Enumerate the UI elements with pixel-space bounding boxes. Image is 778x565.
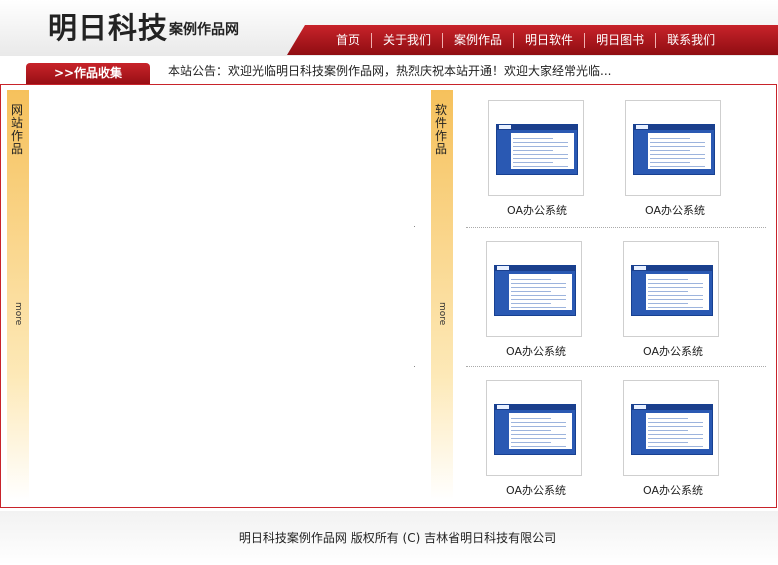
screenshot-line [648, 291, 688, 292]
website-works-sidebar: 网站作品 more [7, 90, 29, 500]
site-notice: 本站公告：欢迎光临明日科技案例作品网，热烈庆祝本站开通！欢迎大家经常光临... [168, 64, 612, 78]
logo-main-text: 明日科技 [48, 11, 169, 45]
screenshot-image [494, 265, 576, 316]
screenshot-line [511, 279, 551, 280]
screenshot-line [648, 446, 703, 447]
software-works-sidebar: 软件作品 more [431, 90, 453, 500]
screenshot-line [511, 287, 566, 288]
work-title[interactable]: OA办公系统 [615, 202, 735, 218]
screenshot-line [648, 422, 703, 423]
screenshot-line [513, 166, 568, 167]
screenshot-line [648, 283, 703, 284]
screenshot-line [648, 418, 688, 419]
screenshot-line [650, 150, 690, 151]
divider-dot [414, 366, 415, 367]
website-works-more-link[interactable]: more [10, 302, 26, 325]
screenshot-line [513, 162, 553, 163]
nav-mingri-books[interactable]: 明日图书 [584, 32, 655, 48]
work-title[interactable]: OA办公系统 [476, 482, 596, 498]
screenshot-line [650, 158, 705, 159]
screenshot-line [648, 307, 703, 308]
screenshot-line [650, 162, 690, 163]
screenshot-line [650, 142, 705, 143]
screenshot-image [631, 404, 713, 455]
work-title[interactable]: OA办公系统 [613, 343, 733, 359]
screenshot-line [648, 299, 703, 300]
screenshot-line [511, 299, 566, 300]
divider-dot [414, 226, 415, 227]
screenshot-line [511, 283, 566, 284]
screenshot-line [648, 295, 703, 296]
nav-mingri-software[interactable]: 明日软件 [513, 32, 584, 48]
screenshot-line [648, 434, 703, 435]
screenshot-line [650, 154, 705, 155]
screenshot-line [648, 442, 688, 443]
site-footer: 明日科技案例作品网 版权所有 (C) 吉林省明日科技有限公司 [0, 511, 778, 565]
work-title[interactable]: OA办公系统 [477, 202, 597, 218]
site-header: 明日科技 案例作品网 首页 关于我们 案例作品 明日软件 明日图书 联系我们 [0, 0, 778, 56]
screenshot-line [513, 138, 553, 139]
logo-sub-text: 案例作品网 [169, 22, 240, 38]
screenshot-line [511, 434, 566, 435]
screenshot-line [511, 430, 551, 431]
screenshot-line [648, 303, 688, 304]
nav-contact-us[interactable]: 联系我们 [655, 32, 726, 48]
screenshot-line [513, 146, 568, 147]
row-divider [466, 227, 766, 228]
work-title[interactable]: OA办公系统 [476, 343, 596, 359]
screenshot-image [633, 124, 715, 175]
site-logo[interactable]: 明日科技 案例作品网 [48, 8, 239, 44]
work-thumbnail[interactable] [623, 241, 719, 337]
screenshot-image [496, 124, 578, 175]
nav-home[interactable]: 首页 [325, 33, 371, 48]
screenshot-line [511, 426, 566, 427]
work-thumbnail[interactable] [623, 380, 719, 476]
software-works-more-link[interactable]: more [434, 302, 450, 325]
screenshot-line [511, 418, 551, 419]
screenshot-line [513, 154, 568, 155]
screenshot-line [650, 166, 705, 167]
work-thumbnail[interactable] [625, 100, 721, 196]
screenshot-line [513, 150, 553, 151]
copyright-text: 明日科技案例作品网 版权所有 (C) 吉林省明日科技有限公司 [238, 531, 557, 545]
screenshot-line [650, 146, 705, 147]
screenshot-line [648, 426, 703, 427]
screenshot-line [511, 291, 551, 292]
website-works-label: 网站作品 [11, 103, 24, 156]
screenshot-line [648, 287, 703, 288]
screenshot-line [511, 442, 551, 443]
screenshot-line [511, 438, 566, 439]
screenshot-line [511, 422, 566, 423]
screenshot-line [648, 430, 688, 431]
screenshot-line [511, 303, 551, 304]
work-title[interactable]: OA办公系统 [613, 482, 733, 498]
work-thumbnail[interactable] [486, 241, 582, 337]
screenshot-line [513, 142, 568, 143]
screenshot-line [650, 138, 690, 139]
screenshot-line [511, 307, 566, 308]
main-nav: 首页 关于我们 案例作品 明日软件 明日图书 联系我们 [287, 25, 778, 55]
screenshot-image [631, 265, 713, 316]
screenshot-line [648, 438, 703, 439]
works-collection-tab[interactable]: >>作品收集 [26, 63, 150, 84]
work-thumbnail[interactable] [486, 380, 582, 476]
screenshot-line [513, 158, 568, 159]
screenshot-line [648, 279, 688, 280]
screenshot-line [511, 446, 566, 447]
row-divider [466, 366, 766, 367]
work-thumbnail[interactable] [488, 100, 584, 196]
nav-about-us[interactable]: 关于我们 [371, 32, 442, 48]
nav-case-works[interactable]: 案例作品 [442, 32, 513, 48]
screenshot-image [494, 404, 576, 455]
software-works-label: 软件作品 [435, 103, 448, 156]
screenshot-line [511, 295, 566, 296]
